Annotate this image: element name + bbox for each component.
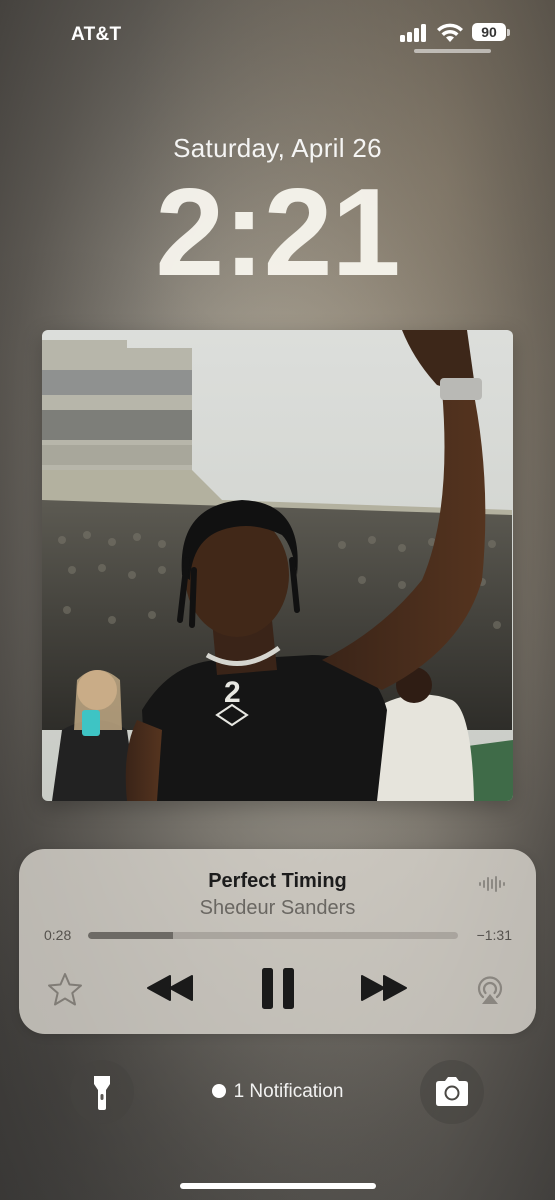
airplay-icon[interactable]: [474, 972, 506, 1006]
elapsed-time: 0:28: [44, 927, 72, 943]
playback-progress-fill: [88, 932, 174, 939]
waveform-icon[interactable]: [479, 876, 505, 892]
notification-dot: [211, 1084, 226, 1098]
remaining-time: −1:31: [476, 927, 512, 943]
lock-screen-time: 2:21: [155, 164, 400, 302]
song-title[interactable]: Perfect Timing: [19, 870, 536, 893]
battery-tip: [507, 29, 510, 36]
status-bar: AT&T 90: [0, 0, 555, 70]
song-artist[interactable]: Shedeur Sanders: [19, 897, 536, 920]
now-playing-widget[interactable]: Perfect Timing Shedeur Sanders 0:28 −1:3…: [19, 849, 536, 1034]
wifi-icon: [437, 23, 463, 42]
cellular-signal-icon: [400, 24, 428, 42]
notification-label: 1 Notification: [233, 1081, 344, 1102]
star-icon[interactable]: [46, 971, 84, 1007]
carrier-label: AT&T: [71, 24, 122, 45]
camera-icon: [436, 1077, 468, 1106]
battery-indicator: 90: [472, 23, 506, 41]
camera-button[interactable]: [420, 1060, 484, 1124]
control-center-indicator[interactable]: [414, 49, 491, 53]
pause-icon[interactable]: [260, 966, 296, 1011]
fast-forward-icon[interactable]: [359, 974, 409, 1002]
lock-screen-date: Saturday, April 26: [173, 133, 382, 163]
album-artwork: 2: [42, 330, 513, 801]
home-indicator[interactable]: [180, 1183, 376, 1189]
playback-scrubber[interactable]: [88, 932, 458, 939]
rewind-icon[interactable]: [145, 974, 195, 1002]
